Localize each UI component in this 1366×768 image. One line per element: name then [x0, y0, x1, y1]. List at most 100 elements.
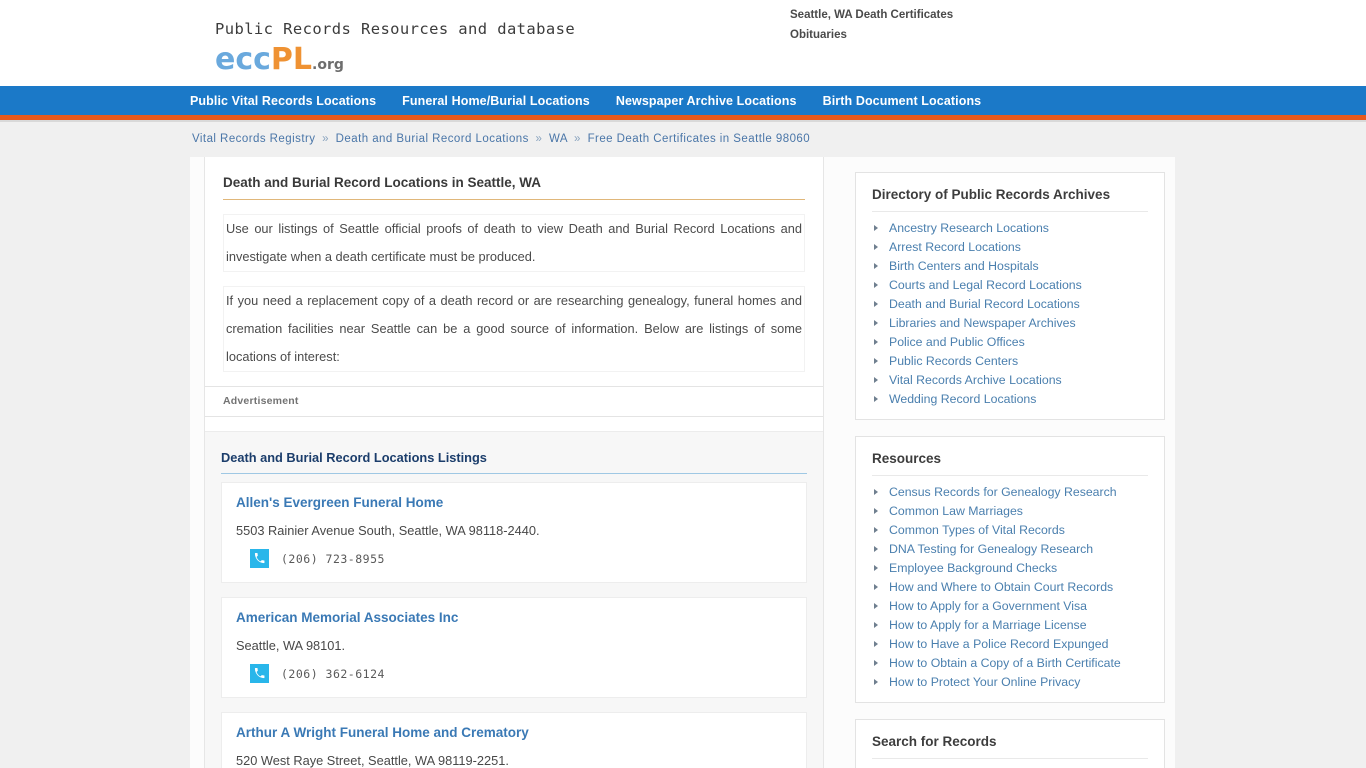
breadcrumb-item-current[interactable]: Free Death Certificates in Seattle 98060 — [588, 133, 811, 145]
nav-shadow-bar — [0, 120, 1366, 122]
breadcrumb-separator: » — [535, 133, 543, 145]
sidebar-item-label: Public Records Centers — [889, 354, 1019, 368]
triangle-bullet-icon — [874, 263, 878, 269]
nav-item-funeral-home-burial-locations[interactable]: Funeral Home/Burial Locations — [402, 94, 590, 108]
header-link-death-certificates[interactable]: Seattle, WA Death Certificates — [790, 5, 953, 25]
phone-icon — [250, 549, 269, 568]
breadcrumb-item-registry[interactable]: Vital Records Registry — [192, 133, 315, 145]
triangle-bullet-icon — [874, 396, 878, 402]
listing-address: Seattle, WA 98101. — [236, 638, 346, 653]
sidebar-item-obtain-court-records[interactable]: How and Where to Obtain Court Records — [872, 578, 1148, 597]
advertisement-label: Advertisement — [223, 395, 299, 407]
sidebar-item-label: How to Apply for a Government Visa — [889, 599, 1087, 613]
sidebar-item-employee-background-checks[interactable]: Employee Background Checks — [872, 559, 1148, 578]
sidebar-item-ancestry-research-locations[interactable]: Ancestry Research Locations — [872, 219, 1148, 238]
triangle-bullet-icon — [874, 546, 878, 552]
sidebar-item-death-and-burial-record-locations[interactable]: Death and Burial Record Locations — [872, 295, 1148, 314]
nav-item-newspaper-archive-locations[interactable]: Newspaper Archive Locations — [616, 94, 797, 108]
logo-part-ecc: ecc — [215, 42, 271, 77]
intro-paragraph-1: Use our listings of Seattle official pro… — [226, 221, 802, 264]
page-title: Death and Burial Record Locations in Sea… — [223, 175, 805, 200]
sidebar-item-label: How to Protect Your Online Privacy — [889, 675, 1081, 689]
listing-phone-number[interactable]: (206) 362-6124 — [281, 667, 385, 681]
page-root: Public Records Resources and database ec… — [0, 0, 1366, 768]
breadcrumb-item-death-burial[interactable]: Death and Burial Record Locations — [336, 133, 529, 145]
listing-phone-row[interactable]: (206) 723-8955 — [236, 549, 792, 568]
sidebar-item-arrest-record-locations[interactable]: Arrest Record Locations — [872, 238, 1148, 257]
sidebar-item-label: Common Law Marriages — [889, 504, 1023, 518]
breadcrumb: Vital Records Registry » Death and Buria… — [192, 133, 810, 145]
sidebar-item-common-types-vital-records[interactable]: Common Types of Vital Records — [872, 521, 1148, 540]
breadcrumb-separator: » — [574, 133, 581, 145]
sidebar-item-marriage-license[interactable]: How to Apply for a Marriage License — [872, 616, 1148, 635]
listing-address: 520 West Raye Street, Seattle, WA 98119-… — [236, 753, 509, 768]
sidebar-item-census-records[interactable]: Census Records for Genealogy Research — [872, 483, 1148, 502]
sidebar-item-label: Police and Public Offices — [889, 335, 1025, 349]
listings-panel: Death and Burial Record Locations Listin… — [205, 431, 823, 768]
listing-phone-row[interactable]: (206) 362-6124 — [236, 664, 792, 683]
sidebar-item-birth-centers-and-hospitals[interactable]: Birth Centers and Hospitals — [872, 257, 1148, 276]
sidebar-box-resources: Resources Census Records for Genealogy R… — [855, 436, 1165, 703]
sidebar-item-label: DNA Testing for Genealogy Research — [889, 542, 1094, 556]
triangle-bullet-icon — [874, 244, 878, 250]
triangle-bullet-icon — [874, 225, 878, 231]
sidebar-item-label: How to Apply for a Marriage License — [889, 618, 1087, 632]
sidebar-item-label: Vital Records Archive Locations — [889, 373, 1062, 387]
breadcrumb-item-wa[interactable]: WA — [549, 133, 567, 145]
sidebar-item-label: Common Types of Vital Records — [889, 523, 1065, 537]
triangle-bullet-icon — [874, 603, 878, 609]
nav-items-container: Public Vital Records Locations Funeral H… — [190, 86, 1007, 115]
triangle-bullet-icon — [874, 679, 878, 685]
header-link-obituaries[interactable]: Obituaries — [790, 25, 953, 45]
triangle-bullet-icon — [874, 565, 878, 571]
intro-paragraph-2: If you need a replacement copy of a deat… — [226, 293, 802, 364]
sidebar-item-police-and-public-offices[interactable]: Police and Public Offices — [872, 333, 1148, 352]
sidebar-item-courts-and-legal-record-locations[interactable]: Courts and Legal Record Locations — [872, 276, 1148, 295]
content-wrapper: Death and Burial Record Locations in Sea… — [190, 157, 1175, 768]
logo-part-pl: PL — [270, 42, 313, 77]
sidebar-item-label: Employee Background Checks — [889, 561, 1058, 575]
nav-item-public-vital-records-locations[interactable]: Public Vital Records Locations — [190, 94, 376, 108]
listing-card: Allen's Evergreen Funeral Home 5503 Rain… — [221, 482, 807, 583]
triangle-bullet-icon — [874, 377, 878, 383]
sidebar-item-label: Wedding Record Locations — [889, 392, 1037, 406]
sidebar: Directory of Public Records Archives Anc… — [855, 172, 1165, 768]
listing-name[interactable]: Arthur A Wright Funeral Home and Cremato… — [236, 725, 792, 740]
sidebar-item-public-records-centers[interactable]: Public Records Centers — [872, 352, 1148, 371]
sidebar-item-label: Birth Centers and Hospitals — [889, 259, 1039, 273]
listing-name[interactable]: Allen's Evergreen Funeral Home — [236, 495, 792, 510]
sidebar-item-wedding-record-locations[interactable]: Wedding Record Locations — [872, 390, 1148, 409]
brand-block[interactable]: Public Records Resources and database ec… — [215, 20, 575, 75]
sidebar-item-label: How and Where to Obtain Court Records — [889, 580, 1114, 594]
sidebar-item-police-record-expunged[interactable]: How to Have a Police Record Expunged — [872, 635, 1148, 654]
main-content: Death and Burial Record Locations in Sea… — [204, 157, 824, 768]
listing-name[interactable]: American Memorial Associates Inc — [236, 610, 792, 625]
sidebar-item-vital-records-archive-locations[interactable]: Vital Records Archive Locations — [872, 371, 1148, 390]
site-header: Public Records Resources and database ec… — [0, 0, 1366, 86]
sidebar-item-label: Death and Burial Record Locations — [889, 297, 1080, 311]
sidebar-item-birth-certificate-copy[interactable]: How to Obtain a Copy of a Birth Certific… — [872, 654, 1148, 673]
intro-paragraph-2-box: If you need a replacement copy of a deat… — [223, 286, 805, 372]
sidebar-item-online-privacy[interactable]: How to Protect Your Online Privacy — [872, 673, 1148, 692]
site-logo[interactable]: eccPL.org — [215, 45, 575, 75]
sidebar-box-search-for-records: Search for Records Information Found on … — [855, 719, 1165, 768]
sidebar-item-government-visa[interactable]: How to Apply for a Government Visa — [872, 597, 1148, 616]
sidebar-item-label: How to Obtain a Copy of a Birth Certific… — [889, 656, 1121, 670]
sidebar-item-label: Census Records for Genealogy Research — [889, 485, 1117, 499]
sidebar-item-label: Arrest Record Locations — [889, 240, 1021, 254]
listing-phone-number[interactable]: (206) 723-8955 — [281, 552, 385, 566]
sidebar-title-resources: Resources — [872, 451, 1148, 476]
nav-item-birth-document-locations[interactable]: Birth Document Locations — [823, 94, 982, 108]
sidebar-item-dna-testing[interactable]: DNA Testing for Genealogy Research — [872, 540, 1148, 559]
header-top-links: Seattle, WA Death Certificates Obituarie… — [790, 5, 953, 45]
sidebar-item-common-law-marriages[interactable]: Common Law Marriages — [872, 502, 1148, 521]
triangle-bullet-icon — [874, 622, 878, 628]
triangle-bullet-icon — [874, 339, 878, 345]
triangle-bullet-icon — [874, 358, 878, 364]
sidebar-item-libraries-and-newspaper-archives[interactable]: Libraries and Newspaper Archives — [872, 314, 1148, 333]
logo-part-org: .org — [312, 57, 344, 73]
listing-address: 5503 Rainier Avenue South, Seattle, WA 9… — [236, 523, 540, 538]
site-tagline: Public Records Resources and database — [215, 20, 576, 38]
sidebar-item-label: Ancestry Research Locations — [889, 221, 1049, 235]
triangle-bullet-icon — [874, 282, 878, 288]
